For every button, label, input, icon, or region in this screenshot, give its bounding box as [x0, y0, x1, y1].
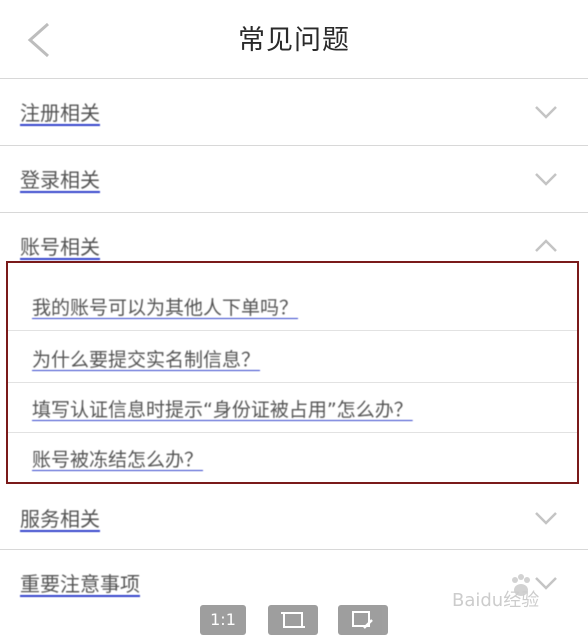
section-login[interactable]: 登录相关: [0, 146, 588, 213]
header-bar: 常见问题: [0, 0, 588, 79]
question-link[interactable]: 我的账号可以为其他人下单吗？: [32, 293, 298, 320]
section-label: 注册相关: [20, 101, 100, 125]
section-label: 重要注意事项: [20, 572, 140, 596]
edit-image-button[interactable]: [338, 605, 388, 635]
question-link[interactable]: 填写认证信息时提示“身份证被占用”怎么办？: [32, 395, 413, 422]
question-link[interactable]: 账号被冻结怎么办？: [32, 445, 203, 472]
chevron-down-icon: [535, 173, 557, 186]
edit-image-icon: [352, 611, 373, 629]
chevron-up-icon: [535, 239, 557, 252]
section-label: 账号相关: [20, 235, 100, 259]
question-item[interactable]: 为什么要提交实名制信息？: [8, 333, 577, 383]
chevron-down-icon: [535, 106, 557, 119]
question-link[interactable]: 为什么要提交实名制信息？: [32, 345, 260, 372]
section-account[interactable]: 账号相关: [0, 213, 588, 261]
question-item[interactable]: 账号被冻结怎么办？: [8, 433, 577, 483]
section-label: 服务相关: [20, 507, 100, 531]
section-service[interactable]: 服务相关: [0, 485, 588, 550]
question-item[interactable]: 填写认证信息时提示“身份证被占用”怎么办？: [8, 383, 577, 433]
section-label: 登录相关: [20, 168, 100, 192]
watermark: Baidu经验: [452, 572, 588, 612]
chevron-down-icon: [535, 512, 557, 525]
watermark-text: Baidu经验: [452, 590, 540, 611]
fit-screen-button[interactable]: [268, 605, 318, 635]
question-item[interactable]: 我的账号可以为其他人下单吗？: [8, 281, 577, 331]
page-title: 常见问题: [238, 25, 350, 56]
account-questions-panel: 我的账号可以为其他人下单吗？ 为什么要提交实名制信息？ 填写认证信息时提示“身份…: [6, 261, 579, 484]
actual-size-button[interactable]: 1:1: [200, 605, 246, 635]
section-register[interactable]: 注册相关: [0, 79, 588, 146]
fit-screen-icon: [281, 612, 305, 628]
